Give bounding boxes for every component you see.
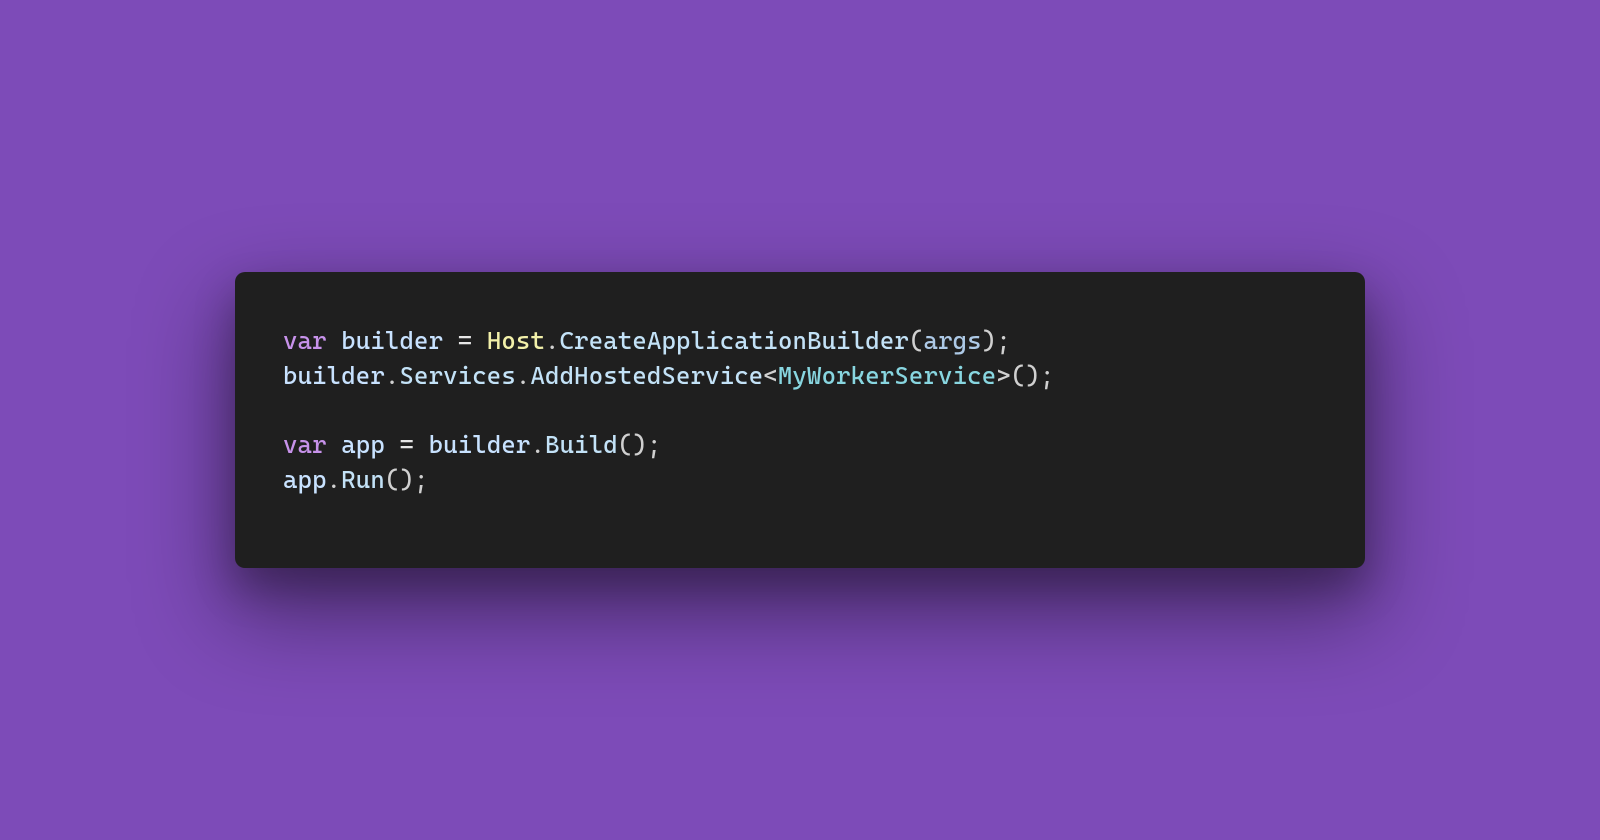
- identifier-app: app: [341, 430, 385, 459]
- space: [385, 430, 400, 459]
- code-card: var builder = Host.CreateApplicationBuil…: [235, 272, 1365, 568]
- dot: .: [516, 361, 531, 390]
- dot: .: [385, 361, 400, 390]
- method-run: Run: [341, 465, 385, 494]
- paren-open: (: [1011, 361, 1026, 390]
- param-args: args: [924, 326, 982, 355]
- method-create-application-builder: CreateApplicationBuilder: [560, 326, 909, 355]
- operator-equals: =: [458, 326, 473, 355]
- angle-close: >: [996, 361, 1011, 390]
- keyword-var: var: [283, 326, 327, 355]
- paren-open: (: [618, 430, 633, 459]
- semicolon: ;: [1040, 361, 1055, 390]
- method-add-hosted-service: AddHostedService: [530, 361, 763, 390]
- identifier-builder: builder: [341, 326, 443, 355]
- dot: .: [327, 465, 342, 494]
- paren-close: ): [1025, 361, 1040, 390]
- semicolon: ;: [647, 430, 662, 459]
- angle-open: <: [763, 361, 778, 390]
- code-block: var builder = Host.CreateApplicationBuil…: [283, 324, 1317, 498]
- semicolon: ;: [414, 465, 429, 494]
- dot: .: [530, 430, 545, 459]
- property-services: Services: [399, 361, 515, 390]
- keyword-var: var: [283, 430, 327, 459]
- paren-close: ): [632, 430, 647, 459]
- identifier-app: app: [283, 465, 327, 494]
- type-my-worker-service: MyWorkerService: [778, 361, 996, 390]
- space: [327, 430, 342, 459]
- dot: .: [545, 326, 560, 355]
- paren-open: (: [909, 326, 924, 355]
- method-build: Build: [545, 430, 618, 459]
- paren-close: ): [982, 326, 997, 355]
- operator-equals: =: [399, 430, 414, 459]
- paren-open: (: [385, 465, 400, 494]
- identifier-builder: builder: [283, 361, 385, 390]
- identifier-builder: builder: [429, 430, 531, 459]
- semicolon: ;: [996, 326, 1011, 355]
- paren-close: ): [399, 465, 414, 494]
- class-host: Host: [487, 326, 545, 355]
- space: [414, 430, 429, 459]
- space: [327, 326, 342, 355]
- space: [443, 326, 458, 355]
- space: [472, 326, 487, 355]
